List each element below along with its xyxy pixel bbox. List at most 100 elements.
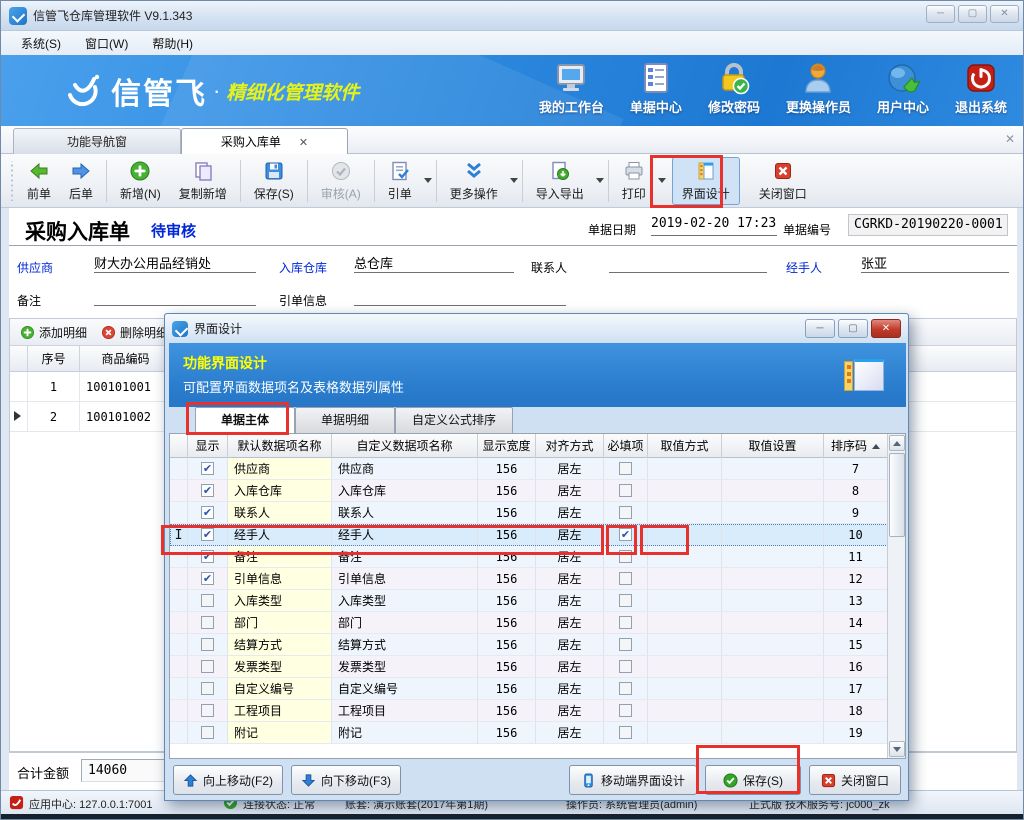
required-checkbox[interactable]	[619, 638, 632, 651]
dialog-minimize-button[interactable]: ─	[805, 319, 835, 338]
menu-window[interactable]: 窗口(W)	[75, 32, 138, 55]
sort-code[interactable]: 7	[824, 458, 888, 480]
pull-doc-button[interactable]: 引单	[379, 157, 421, 205]
value-mode[interactable]	[648, 634, 722, 656]
custom-field-name[interactable]: 引单信息	[332, 568, 478, 590]
supplier-field[interactable]: 财大办公用品经销处	[94, 253, 256, 273]
display-width[interactable]: 156	[478, 480, 536, 502]
print-button[interactable]: 打印	[613, 157, 655, 205]
display-width[interactable]: 156	[478, 656, 536, 678]
move-up-button[interactable]: 向上移动(F2)	[173, 765, 283, 795]
show-checkbox[interactable]	[201, 704, 214, 717]
custom-field-name[interactable]: 备注	[332, 546, 478, 568]
dialog-grid-row[interactable]: I✔经手人经手人156居左✔10	[170, 524, 888, 546]
close-window-button[interactable]: 关闭窗口	[750, 157, 816, 205]
display-width[interactable]: 156	[478, 678, 536, 700]
sort-code[interactable]: 9	[824, 502, 888, 524]
move-down-button[interactable]: 向下移动(F3)	[291, 765, 401, 795]
value-setting[interactable]	[722, 480, 824, 502]
value-mode[interactable]	[648, 590, 722, 612]
remark-field[interactable]	[94, 286, 256, 306]
display-width[interactable]: 156	[478, 546, 536, 568]
dialog-grid-row[interactable]: ✔引单信息引单信息156居左12	[170, 568, 888, 590]
tab-nav-window[interactable]: 功能导航窗	[13, 128, 181, 154]
col-seq[interactable]: 序号	[28, 346, 80, 372]
dialog-grid-row[interactable]: ✔联系人联系人156居左9	[170, 502, 888, 524]
custom-field-name[interactable]: 部门	[332, 612, 478, 634]
align-mode[interactable]: 居左	[536, 678, 604, 700]
refinfo-field[interactable]	[354, 286, 566, 306]
show-checkbox[interactable]: ✔	[201, 506, 214, 519]
scroll-down-icon[interactable]	[889, 741, 905, 757]
align-mode[interactable]: 居左	[536, 722, 604, 744]
show-checkbox[interactable]: ✔	[201, 484, 214, 497]
required-checkbox[interactable]	[619, 484, 632, 497]
col-custom-name[interactable]: 自定义数据项名称	[332, 434, 478, 458]
dialog-grid-row[interactable]: 结算方式结算方式156居左15	[170, 634, 888, 656]
exit-system-button[interactable]: 退出系统	[955, 61, 1007, 116]
sort-code[interactable]: 10	[824, 524, 888, 546]
show-checkbox[interactable]: ✔	[201, 572, 214, 585]
align-mode[interactable]: 居左	[536, 656, 604, 678]
col-sort-code[interactable]: 排序码	[824, 434, 888, 458]
show-checkbox[interactable]	[201, 660, 214, 673]
tab-close-icon[interactable]: ✕	[299, 137, 308, 149]
required-checkbox[interactable]	[619, 704, 632, 717]
value-setting[interactable]	[722, 590, 824, 612]
display-width[interactable]: 156	[478, 568, 536, 590]
value-setting[interactable]	[722, 546, 824, 568]
display-width[interactable]: 156	[478, 612, 536, 634]
change-password-button[interactable]: 修改密码	[708, 61, 760, 116]
import-export-dropdown-icon[interactable]	[596, 178, 604, 183]
value-mode[interactable]	[648, 502, 722, 524]
col-width[interactable]: 显示宽度	[478, 434, 536, 458]
copy-new-button[interactable]: 复制新增	[170, 157, 236, 205]
display-width[interactable]: 156	[478, 502, 536, 524]
dialog-titlebar[interactable]: 界面设计 ─ ▢ ✕	[165, 314, 908, 343]
required-checkbox[interactable]	[619, 660, 632, 673]
col-align[interactable]: 对齐方式	[536, 434, 604, 458]
required-checkbox[interactable]	[619, 572, 632, 585]
dialog-grid-row[interactable]: 部门部门156居左14	[170, 612, 888, 634]
minimize-button[interactable]: ─	[926, 5, 955, 23]
doc-date-field[interactable]: 2019-02-20 17:23	[651, 216, 777, 236]
audit-button[interactable]: 审核(A)	[312, 157, 370, 205]
col-value-setting[interactable]: 取值设置	[722, 434, 824, 458]
align-mode[interactable]: 居左	[536, 568, 604, 590]
import-export-button[interactable]: 导入导出	[527, 157, 593, 205]
sort-code[interactable]: 18	[824, 700, 888, 722]
value-mode[interactable]	[648, 700, 722, 722]
dialog-grid-row[interactable]: 发票类型发票类型156居左16	[170, 656, 888, 678]
tab-doc-detail[interactable]: 单据明细	[295, 407, 395, 433]
sort-code[interactable]: 15	[824, 634, 888, 656]
next-doc-button[interactable]: 后单	[60, 157, 102, 205]
value-setting[interactable]	[722, 678, 824, 700]
display-width[interactable]: 156	[478, 722, 536, 744]
value-mode[interactable]	[648, 546, 722, 568]
col-required[interactable]: 必填项	[604, 434, 648, 458]
align-mode[interactable]: 居左	[536, 502, 604, 524]
scroll-thumb[interactable]	[889, 453, 905, 537]
custom-field-name[interactable]: 经手人	[332, 524, 478, 546]
col-value-mode[interactable]: 取值方式	[648, 434, 722, 458]
dialog-grid-row[interactable]: 自定义编号自定义编号156居左17	[170, 678, 888, 700]
required-checkbox[interactable]	[619, 462, 632, 475]
dialog-close-window-button[interactable]: 关闭窗口	[809, 765, 901, 795]
display-width[interactable]: 156	[478, 634, 536, 656]
mobile-design-button[interactable]: 移动端界面设计	[569, 765, 697, 795]
custom-field-name[interactable]: 结算方式	[332, 634, 478, 656]
show-checkbox[interactable]: ✔	[201, 550, 214, 563]
sort-code[interactable]: 19	[824, 722, 888, 744]
custom-field-name[interactable]: 入库类型	[332, 590, 478, 612]
sort-code[interactable]: 8	[824, 480, 888, 502]
handler-field[interactable]: 张亚	[861, 253, 1009, 273]
delete-detail-button[interactable]: 删除明细	[101, 324, 168, 341]
align-mode[interactable]: 居左	[536, 612, 604, 634]
save-button[interactable]: 保存(S)	[245, 157, 303, 205]
more-actions-button[interactable]: 更多操作	[441, 157, 507, 205]
add-detail-button[interactable]: 添加明细	[20, 324, 87, 341]
align-mode[interactable]: 居左	[536, 458, 604, 480]
value-mode[interactable]	[648, 458, 722, 480]
value-mode[interactable]	[648, 524, 722, 546]
display-width[interactable]: 156	[478, 700, 536, 722]
